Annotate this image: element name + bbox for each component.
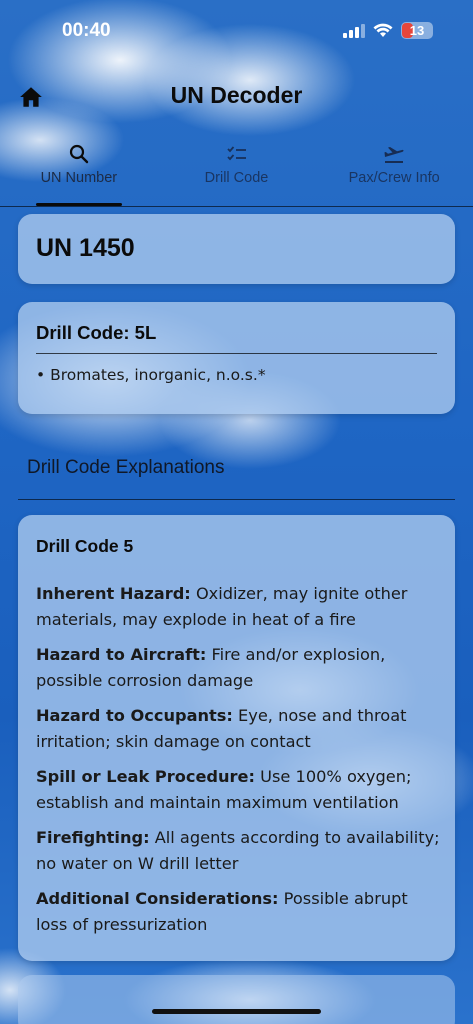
explanation-item: Spill or Leak Procedure: Use 100% oxygen… xyxy=(36,764,441,816)
tab-divider xyxy=(0,206,473,207)
explanation-key: Hazard to Occupants: xyxy=(36,706,233,725)
search-icon xyxy=(69,144,89,164)
section-title: Drill Code Explanations xyxy=(27,457,225,478)
explanation-key: Inherent Hazard: xyxy=(36,584,191,603)
tab-drill-code[interactable]: Drill Code xyxy=(158,136,316,206)
divider xyxy=(18,499,455,500)
explanation-key: Additional Considerations: xyxy=(36,889,279,908)
tab-label: UN Number xyxy=(40,170,118,186)
cellular-signal-icon xyxy=(343,23,365,38)
explanation-item: Hazard to Aircraft: Fire and/or explosio… xyxy=(36,642,441,694)
status-time: 00:40 xyxy=(62,20,111,41)
battery-icon: 13 xyxy=(401,22,433,39)
un-number-title: UN 1450 xyxy=(36,234,135,262)
page-title: UN Decoder xyxy=(170,82,303,108)
checklist-icon xyxy=(226,146,246,161)
explanation-item: Firefighting: All agents according to av… xyxy=(36,825,441,877)
explanation-key: Hazard to Aircraft: xyxy=(36,645,207,664)
explanation-item: Inherent Hazard: Oxidizer, may ignite ot… xyxy=(36,581,441,633)
bullet: • xyxy=(36,366,51,384)
tab-label: Pax/Crew Info xyxy=(348,170,440,186)
status-icons: 13 xyxy=(343,22,433,39)
battery-level: 13 xyxy=(409,23,425,38)
wifi-icon xyxy=(373,23,393,37)
tab-pax-crew-info[interactable]: Pax/Crew Info xyxy=(315,136,473,206)
explanation-key: Firefighting: xyxy=(36,828,150,847)
next-card-peek xyxy=(18,975,455,1024)
tab-label: Drill Code xyxy=(204,170,269,186)
explanation-item: Hazard to Occupants: Eye, nose and throa… xyxy=(36,703,441,755)
explanation-list: Inherent Hazard: Oxidizer, may ignite ot… xyxy=(36,581,441,947)
explanation-title: Drill Code 5 xyxy=(36,536,134,556)
substance-name: Bromates, inorganic, n.o.s.* xyxy=(50,366,266,384)
home-indicator[interactable] xyxy=(152,1009,321,1014)
explanation-item: Additional Considerations: Possible abru… xyxy=(36,886,441,938)
drill-code-explanation-card: Drill Code 5 Inherent Hazard: Oxidizer, … xyxy=(18,515,455,961)
explanation-key: Spill or Leak Procedure: xyxy=(36,767,255,786)
drill-code-card: Drill Code: 5L • Bromates, inorganic, n.… xyxy=(18,302,455,414)
divider xyxy=(36,353,437,354)
list-item: • Bromates, inorganic, n.o.s.* xyxy=(36,366,266,384)
drill-code-title: Drill Code: 5L xyxy=(36,322,157,343)
status-bar: 00:40 13 xyxy=(0,0,473,64)
airplane-departure-icon xyxy=(384,147,404,163)
app-header: UN Decoder xyxy=(0,70,473,124)
tab-bar: UN Number Drill Code Pax/Crew Info xyxy=(0,136,473,206)
un-number-card: UN 1450 xyxy=(18,214,455,284)
tab-un-number[interactable]: UN Number xyxy=(0,136,158,206)
